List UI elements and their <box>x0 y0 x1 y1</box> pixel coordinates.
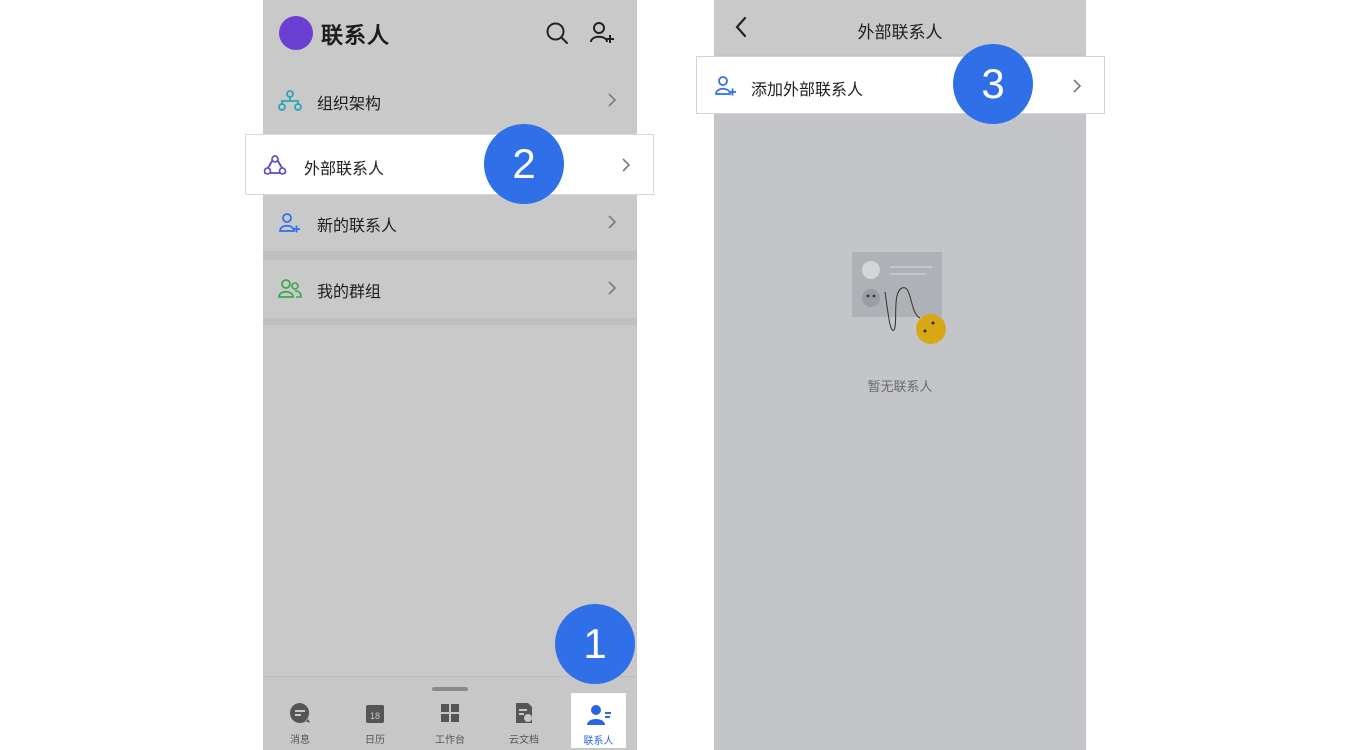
tab-label: 联系人 <box>583 736 614 747</box>
workbench-icon <box>438 701 462 725</box>
contacts-icon <box>586 703 612 727</box>
chevron-right-icon <box>607 92 617 108</box>
chevron-right-icon <box>1072 78 1082 94</box>
section-divider <box>263 318 637 325</box>
org-chart-icon <box>278 90 302 112</box>
cloud-doc-icon <box>512 701 536 725</box>
tab-messages[interactable]: 消息 <box>270 701 330 747</box>
tab-label: 云文档 <box>509 735 539 746</box>
tab-workbench[interactable]: 工作台 <box>420 701 480 747</box>
chevron-right-icon <box>621 157 631 173</box>
tab-calendar[interactable]: 18 日历 <box>345 701 405 747</box>
row-label: 我的群组 <box>317 282 382 301</box>
row-label: 添加外部联系人 <box>751 80 864 99</box>
new-contact-icon <box>278 212 302 234</box>
row-external-contacts[interactable]: 外部联系人 <box>245 134 654 195</box>
row-label: 新的联系人 <box>317 216 398 235</box>
tab-label: 工作台 <box>435 735 465 746</box>
page-title: 外部联系人 <box>857 23 943 43</box>
nav-bar: 外部联系人 <box>714 0 1086 54</box>
step-badge-2: 2 <box>484 124 564 204</box>
row-label: 外部联系人 <box>304 159 385 178</box>
avatar[interactable] <box>279 16 313 50</box>
tab-cloud-docs[interactable]: 云文档 <box>494 701 554 747</box>
drag-handle[interactable] <box>432 687 468 691</box>
tab-label: 日历 <box>365 735 385 746</box>
chevron-right-icon <box>607 214 617 230</box>
add-external-contact-row[interactable]: 添加外部联系人 <box>696 56 1105 114</box>
tab-label: 消息 <box>290 735 310 746</box>
add-person-icon[interactable] <box>589 20 615 46</box>
external-contacts-icon <box>263 154 287 176</box>
message-icon <box>288 701 312 725</box>
row-new-contacts[interactable]: 新的联系人 <box>263 194 637 252</box>
row-my-groups[interactable]: 我的群组 <box>263 260 637 318</box>
section-divider <box>263 251 637 260</box>
svg-text:18: 18 <box>370 711 380 721</box>
empty-state-text: 暂无联系人 <box>867 380 933 395</box>
step-badge-1: 1 <box>555 604 635 684</box>
tab-contacts[interactable]: 联系人 <box>571 693 626 748</box>
empty-state-illustration <box>852 252 948 346</box>
add-person-icon <box>715 75 737 97</box>
calendar-icon: 18 <box>363 701 387 725</box>
search-icon[interactable] <box>544 20 570 46</box>
row-org-structure[interactable]: 组织架构 <box>263 72 637 130</box>
chevron-right-icon <box>607 280 617 296</box>
row-label: 组织架构 <box>317 94 382 113</box>
group-icon <box>278 278 302 300</box>
contacts-header: 联系人 <box>263 0 637 68</box>
step-badge-3: 3 <box>953 44 1033 124</box>
page-title: 联系人 <box>321 24 391 49</box>
